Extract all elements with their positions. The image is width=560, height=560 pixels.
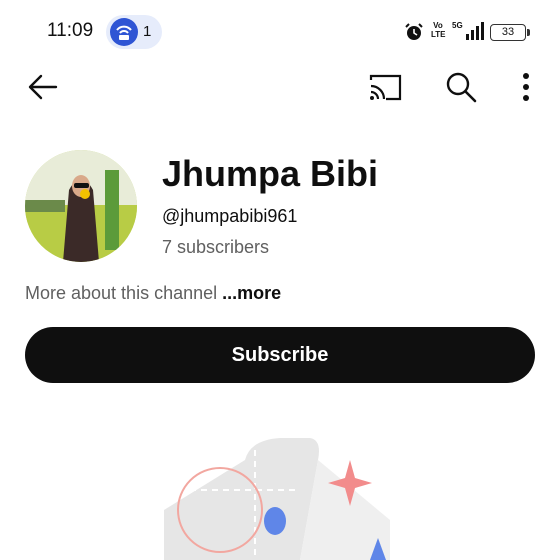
network-type-label: 5G [452,21,463,30]
channel-name: Jhumpa Bibi [162,153,379,194]
hotspot-icon [110,18,138,46]
status-time: 11:09 [47,20,94,41]
search-icon[interactable] [444,70,478,104]
status-bar: 11:09 1 Vo LTE 5G 33 [0,0,560,64]
more-vertical-icon[interactable] [516,70,536,104]
channel-avatar[interactable] [25,150,137,262]
subscriber-count: 7 subscribers [162,237,270,257]
subscribe-button[interactable]: Subscribe [25,327,535,383]
battery-icon: 33 [490,24,530,41]
channel-about-row[interactable]: More about this channel ...more [25,283,281,304]
about-channel-text: More about this channel [25,283,218,303]
cast-icon[interactable] [368,72,402,102]
alarm-icon [404,22,424,42]
hotspot-count: 1 [143,23,152,40]
back-arrow-icon[interactable] [26,70,60,104]
hotspot-indicator[interactable]: 1 [106,15,162,49]
more-link[interactable]: ...more [222,283,281,303]
empty-channel-illustration [150,420,410,560]
battery-level: 33 [501,26,515,38]
volte-indicator: Vo LTE [431,21,446,39]
signal-icon: 5G [452,20,484,42]
channel-handle: @jhumpabibi961 [162,206,298,226]
